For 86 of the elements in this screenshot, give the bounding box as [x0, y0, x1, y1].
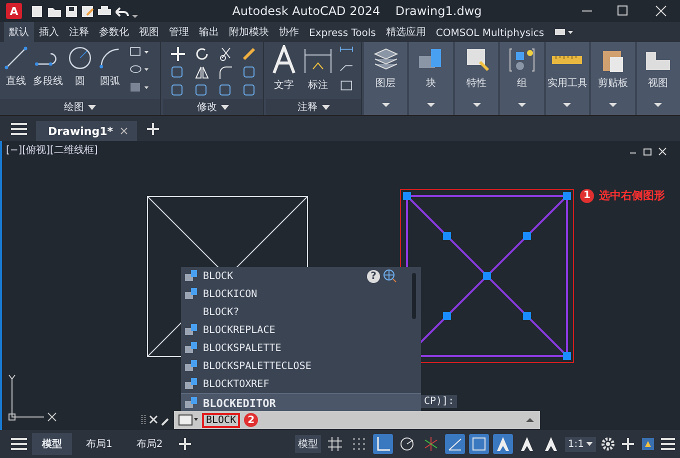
menu-icon[interactable]	[10, 437, 28, 451]
ribbon-tab[interactable]: 插入	[34, 22, 64, 42]
workspace-dropdown-icon[interactable]	[555, 27, 576, 37]
line-icon	[3, 45, 29, 71]
window-title: Autodesk AutoCAD 2024 Drawing1.dwg	[231, 4, 483, 18]
ribbon-panel-button[interactable]: 剪贴板	[591, 42, 635, 115]
modify-tool-icon[interactable]	[193, 64, 211, 80]
autocomplete-item[interactable]: BLOCKICON	[181, 285, 397, 303]
layout-tab[interactable]: 布局2	[126, 433, 173, 455]
ruler-icon	[552, 55, 582, 65]
ribbon-panel-button[interactable]: 图层	[364, 42, 408, 115]
ribbon-tab[interactable]: 视图	[134, 22, 164, 42]
ribbon-panel-button[interactable]: 块	[409, 42, 453, 115]
command-line-handle-icons[interactable]	[140, 413, 170, 427]
ribbon-tab[interactable]: 精选应用	[380, 22, 431, 42]
layout-tab[interactable]: 布局1	[76, 433, 122, 455]
globe-search-icon[interactable]	[383, 269, 397, 283]
draw-tool-button[interactable]: 圆弧	[97, 45, 123, 88]
ribbon-tab[interactable]: 输出	[194, 22, 224, 42]
status-toggle-icon[interactable]	[492, 434, 513, 454]
add-layout-plus-icon[interactable]	[176, 436, 193, 452]
logo-letter: A	[10, 4, 18, 18]
autocomplete-item[interactable]: BLOCK	[181, 267, 234, 285]
status-toggle-icon[interactable]	[468, 434, 489, 454]
callout-text: 选中右侧图形	[599, 188, 665, 203]
modify-tool-icon[interactable]	[169, 46, 187, 62]
autocomplete-item[interactable]: BLOCKTOXREF	[181, 375, 397, 393]
model-space-button[interactable]: 模型	[294, 435, 321, 453]
draw-tool-button[interactable]: 圆	[67, 45, 93, 88]
annotation-tool-button[interactable]: 标注	[303, 45, 333, 92]
viewport-controls-icons[interactable]	[628, 147, 668, 157]
ribbon-tab[interactable]: Express Tools	[304, 25, 381, 42]
panel-title[interactable]: 修改	[163, 99, 263, 115]
caret-icon	[88, 104, 96, 110]
ribbon-tab[interactable]: 管理	[164, 22, 194, 42]
panel-title[interactable]: 绘图	[0, 99, 160, 115]
step-number-badge: 2	[244, 413, 258, 427]
command-prompt-text: CP)]:	[421, 395, 458, 408]
caret-icon	[322, 104, 330, 110]
annotation-scale-button[interactable]: 1:1	[564, 436, 596, 452]
autocomplete-item[interactable]: BLOCKSPALETTE	[181, 339, 397, 357]
ribbon-tab[interactable]: 默认	[4, 22, 34, 42]
circle-icon	[67, 45, 93, 71]
plus-icon[interactable]	[620, 436, 636, 452]
autocomplete-item[interactable]: BLOCKREPLACE	[181, 321, 397, 339]
autocomplete-item[interactable]: BLOCKSPALETTECLOSE	[181, 357, 397, 375]
ribbon-tab[interactable]: 协作	[274, 22, 304, 42]
caret-icon	[221, 104, 229, 110]
settings-icon[interactable]	[600, 436, 616, 452]
quick-access-toolbar-icons[interactable]	[30, 3, 140, 19]
autocomplete-item[interactable]: BLOCK?	[181, 303, 397, 321]
draw-tool-button[interactable]: 直线	[3, 45, 29, 88]
ribbon-panel-button[interactable]: 实用工具	[546, 42, 590, 115]
menu-icon[interactable]	[10, 122, 28, 136]
terminal-icon[interactable]	[178, 414, 198, 426]
history-caret-icon[interactable]	[526, 417, 534, 423]
ribbon-tab[interactable]: 注释	[64, 22, 94, 42]
draw-tool-button[interactable]: 多段线	[33, 45, 63, 88]
document-tab[interactable]: Drawing1*	[36, 121, 138, 141]
close-icon[interactable]	[119, 126, 130, 136]
group-brackets-icon	[506, 46, 537, 74]
step-number-badge: 1	[580, 188, 594, 202]
ribbon-panel-button[interactable]: 特性	[454, 42, 498, 115]
ucs-axes-icon	[8, 374, 56, 422]
viewport-label[interactable]: [−][俯视][二维线框]	[6, 143, 98, 157]
ribbon-tab[interactable]: COMSOL Multiphysics	[430, 25, 550, 42]
status-toggle-icon[interactable]	[372, 434, 393, 454]
command-input-value: BLOCK	[202, 412, 240, 428]
status-toggle-icon[interactable]	[444, 434, 465, 454]
app-logo-icon[interactable]: A	[6, 3, 22, 19]
autocomplete-item[interactable]: BLOCKEDITOR	[181, 393, 421, 412]
ribbon-panel-button[interactable]: 组	[500, 42, 544, 115]
isolate-objects-icon[interactable]	[640, 436, 656, 452]
panel-title[interactable]: 注释	[266, 99, 361, 115]
new-tab-plus-icon[interactable]	[145, 120, 162, 136]
layout-tab[interactable]: 模型	[32, 433, 72, 455]
command-line-field[interactable]: BLOCK 2	[174, 411, 540, 429]
ribbon-panel-button[interactable]: 视图	[636, 42, 680, 115]
ribbon-tab[interactable]: 附加模块	[224, 22, 274, 42]
scrollbar[interactable]	[412, 273, 416, 319]
modify-tool-icon[interactable]	[217, 64, 235, 80]
help-button[interactable]: ?	[367, 270, 380, 282]
menu-icon[interactable]	[660, 436, 676, 452]
caret-icon	[586, 442, 593, 446]
ribbon-tab[interactable]: 参数化	[94, 22, 134, 42]
annotation-tool-button[interactable]: 文字	[269, 45, 299, 92]
